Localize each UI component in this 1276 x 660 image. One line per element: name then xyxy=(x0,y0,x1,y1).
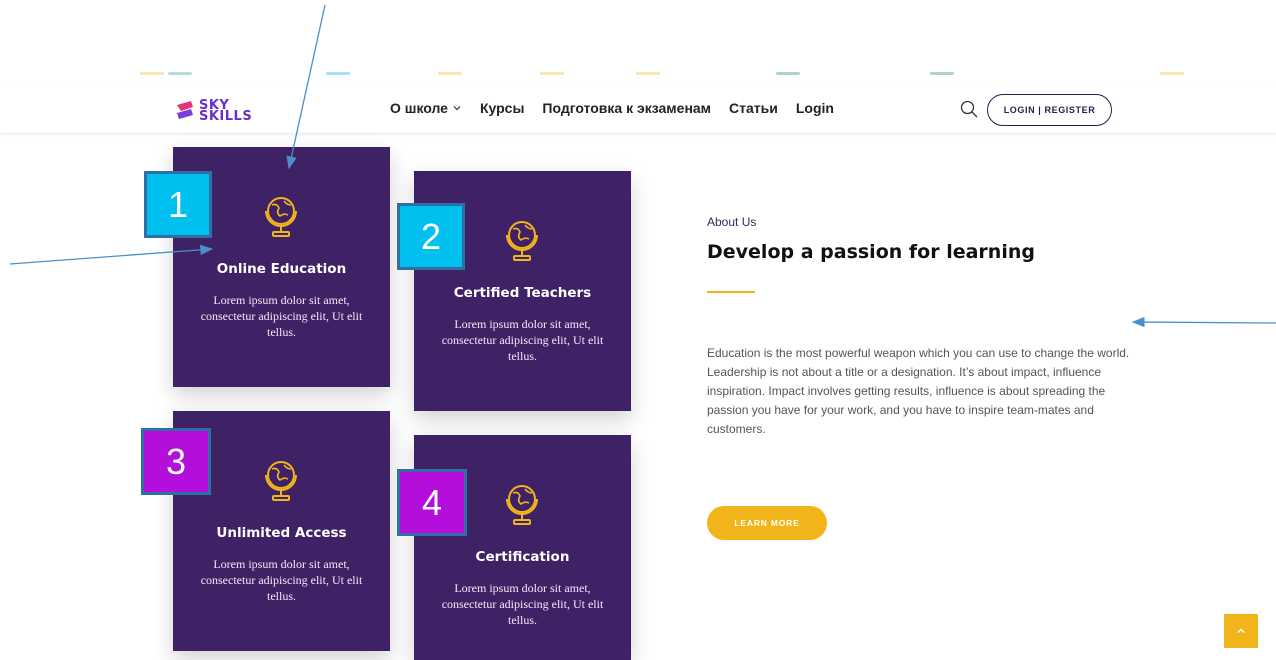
annotation-badge-4: 4 xyxy=(397,469,467,536)
site-header: SKY SKILLS О школе Курсы Подготовка к эк… xyxy=(0,82,1276,134)
nav-item-label: О школе xyxy=(390,100,448,116)
annotation-badge-3: 3 xyxy=(141,428,211,495)
chevron-down-icon xyxy=(453,106,461,111)
decorative-strip xyxy=(0,72,1276,78)
nav-item-label: Статьи xyxy=(729,100,778,116)
about-kicker: About Us xyxy=(707,215,757,229)
feature-title: Online Education xyxy=(216,261,347,277)
feature-description: Lorem ipsum dolor sit amet, consectetur … xyxy=(441,581,604,627)
nav-item-label: Login xyxy=(795,100,834,116)
logo-line2: SKILLS xyxy=(199,109,253,124)
globe-icon xyxy=(265,197,297,237)
nav-item-label: Курсы xyxy=(479,100,525,116)
about-title: Develop a passion for learning xyxy=(707,241,1035,263)
about-text: Education is the most powerful weapon wh… xyxy=(707,346,1130,436)
nav-item-about-school[interactable]: О школе xyxy=(390,100,462,116)
annotation-badge-2: 2 xyxy=(397,203,465,270)
logo-mark-icon xyxy=(177,101,193,119)
site-logo[interactable]: SKY SKILLS xyxy=(173,96,263,126)
nav-item-login[interactable]: Login xyxy=(796,100,834,116)
learn-more-button[interactable]: LEARN MORE xyxy=(707,506,827,540)
feature-title: Certified Teachers xyxy=(453,285,592,301)
feature-description: Lorem ipsum dolor sit amet, consectetur … xyxy=(200,293,363,339)
annotation-badge-1: 1 xyxy=(144,171,212,238)
main-nav: О школе Курсы Подготовка к экзаменам Ста… xyxy=(390,82,834,134)
nav-item-articles[interactable]: Статьи xyxy=(729,100,778,116)
logo-text: SKY SKILLS xyxy=(199,99,253,124)
globe-icon xyxy=(506,485,538,525)
nav-item-exam-prep[interactable]: Подготовка к экзаменам xyxy=(542,100,711,116)
scroll-to-top-button[interactable] xyxy=(1224,614,1258,648)
globe-icon xyxy=(506,221,538,261)
feature-description: Lorem ipsum dolor sit amet, consectetur … xyxy=(441,317,604,363)
nav-item-courses[interactable]: Курсы xyxy=(480,100,524,116)
annotation-arrow-right xyxy=(1131,316,1276,328)
feature-title: Certification xyxy=(475,549,570,565)
globe-icon xyxy=(265,461,297,501)
nav-item-label: Подготовка к экзаменам xyxy=(542,100,712,116)
search-icon[interactable] xyxy=(960,100,978,118)
feature-description: Lorem ipsum dolor sit amet, consectetur … xyxy=(200,557,363,603)
chevron-up-icon xyxy=(1237,628,1245,634)
about-divider xyxy=(707,291,755,293)
feature-title: Unlimited Access xyxy=(216,525,347,541)
login-register-button[interactable]: LOGIN | REGISTER xyxy=(987,94,1112,126)
